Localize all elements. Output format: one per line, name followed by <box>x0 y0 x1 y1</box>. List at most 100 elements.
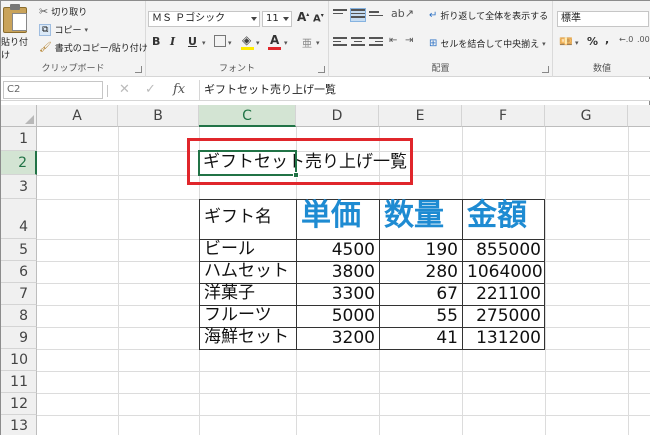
wrap-text-button[interactable]: ↵ 折り返して全体を表示する <box>429 9 548 22</box>
column-header-e[interactable]: E <box>379 105 462 127</box>
bold-button[interactable]: B <box>152 35 160 48</box>
table-row-amount[interactable]: 131200 <box>467 330 541 347</box>
table-row-name[interactable]: 洋菓子 <box>204 285 255 302</box>
column-header-h[interactable] <box>628 105 650 127</box>
copy-label: コピー <box>54 26 82 36</box>
underline-dropdown-icon[interactable]: ▾ <box>202 39 206 47</box>
cancel-icon[interactable]: ✕ <box>119 82 130 97</box>
table-row-name[interactable]: フルーツ <box>204 307 272 324</box>
row-header-4[interactable]: 4 <box>1 199 37 239</box>
phonetic-dropdown-icon[interactable]: ▾ <box>316 39 320 47</box>
increase-indent-icon[interactable]: ⇥ <box>405 35 413 46</box>
header-quantity-cell[interactable]: 数量 <box>384 201 444 231</box>
border-icon[interactable] <box>214 35 226 47</box>
table-row-amount[interactable]: 275000 <box>467 308 541 325</box>
format-painter-button[interactable]: 🖌 書式のコピー/貼り付け <box>39 41 148 54</box>
table-row-price[interactable]: 3200 <box>301 330 375 347</box>
column-header-a[interactable]: A <box>37 105 118 127</box>
alignment-launcher-icon[interactable] <box>542 66 549 73</box>
row-header-2[interactable]: 2 <box>1 151 37 175</box>
row-header-12[interactable]: 12 <box>1 393 37 415</box>
font-launcher-icon[interactable] <box>318 66 325 73</box>
align-left-icon[interactable] <box>333 37 347 49</box>
header-price-cell[interactable]: 単価 <box>301 201 361 231</box>
paste-button[interactable]: 貼り付け <box>1 1 35 61</box>
italic-button[interactable]: I <box>170 35 175 48</box>
grow-font-button[interactable]: A▴ <box>297 10 309 24</box>
shrink-font-button[interactable]: A▾ <box>313 12 324 24</box>
underline-button[interactable]: U <box>188 35 197 48</box>
table-row-quantity[interactable]: 41 <box>384 330 458 347</box>
copy-button[interactable]: ⧉ コピー ▾ <box>39 23 88 36</box>
align-top-icon[interactable] <box>333 9 347 21</box>
font-name-select[interactable]: ＭＳ Ｐゴシック <box>148 11 260 27</box>
cut-button[interactable]: ✂ 切り取り <box>39 5 87 18</box>
column-header-f[interactable]: F <box>462 105 545 127</box>
merge-center-button[interactable]: ⊞ セルを結合して中央揃え ▾ <box>429 37 546 50</box>
align-center-icon[interactable] <box>351 37 365 49</box>
row-header-1[interactable]: 1 <box>1 127 37 151</box>
comma-button[interactable]: , <box>605 33 609 46</box>
font-color-button[interactable]: A <box>270 33 279 47</box>
table-row-quantity[interactable]: 190 <box>384 242 458 259</box>
row-header-6[interactable]: 6 <box>1 261 37 283</box>
font-size-select[interactable]: 11 <box>262 11 292 27</box>
header-name-cell[interactable]: ギフト名 <box>204 209 272 226</box>
fill-color-icon[interactable]: ◈ <box>242 33 251 47</box>
row-header-10[interactable]: 10 <box>1 349 37 371</box>
currency-dropdown-icon[interactable]: ▾ <box>575 39 579 47</box>
table-row-price[interactable]: 3300 <box>301 286 375 303</box>
row-header-5[interactable]: 5 <box>1 239 37 261</box>
copy-dropdown-icon[interactable]: ▾ <box>84 26 88 34</box>
insert-function-button[interactable]: fx <box>173 82 185 97</box>
phonetic-icon[interactable]: 亜 <box>302 35 312 50</box>
table-row-name[interactable]: ハムセット <box>204 263 289 280</box>
column-header-g[interactable]: G <box>545 105 628 127</box>
merge-center-dropdown-icon[interactable]: ▾ <box>542 40 546 48</box>
percent-button[interactable]: % <box>587 35 598 48</box>
format-painter-label: 書式のコピー/貼り付け <box>54 44 148 54</box>
increase-decimal-icon[interactable]: ←.0 <box>619 35 633 44</box>
row-header-3[interactable]: 3 <box>1 175 37 199</box>
table-row-quantity[interactable]: 55 <box>384 308 458 325</box>
paste-label: 貼り付け <box>1 38 29 61</box>
column-header-d[interactable]: D <box>296 105 379 127</box>
row-header-11[interactable]: 11 <box>1 371 37 393</box>
align-right-icon[interactable] <box>369 37 383 49</box>
header-amount-cell[interactable]: 金額 <box>467 201 527 231</box>
scissors-icon: ✂ <box>39 5 49 18</box>
table-row-amount[interactable]: 221100 <box>467 286 541 303</box>
font-color-dropdown-icon[interactable]: ▾ <box>284 39 288 47</box>
column-header-c[interactable]: C <box>199 105 296 127</box>
align-middle-icon[interactable] <box>350 8 366 22</box>
font-size-value: 11 <box>266 13 279 24</box>
table-row-amount[interactable]: 855000 <box>467 242 541 259</box>
name-box[interactable]: C2 <box>3 81 103 99</box>
decrease-indent-icon[interactable]: ⇤ <box>389 35 397 46</box>
number-format-select[interactable]: 標準 <box>557 11 649 27</box>
enter-icon[interactable]: ✓ <box>145 82 156 97</box>
table-row-price[interactable]: 4500 <box>301 242 375 259</box>
table-row-name[interactable]: ビール <box>204 241 255 258</box>
table-row-name[interactable]: 海鮮セット <box>204 329 289 346</box>
select-all-button[interactable] <box>1 105 37 127</box>
row-header-8[interactable]: 8 <box>1 305 37 327</box>
currency-icon[interactable]: 💴 <box>559 35 573 48</box>
table-row-quantity[interactable]: 280 <box>384 264 458 281</box>
row-header-9[interactable]: 9 <box>1 327 37 349</box>
align-bottom-icon[interactable] <box>369 11 383 23</box>
row-header-13[interactable]: 13 <box>1 415 37 435</box>
row-header-7[interactable]: 7 <box>1 283 37 305</box>
merge-center-icon: ⊞ <box>429 38 438 49</box>
fill-color-dropdown-icon[interactable]: ▾ <box>256 39 260 47</box>
orientation-icon[interactable]: ab↗ <box>391 7 414 20</box>
column-header-b[interactable]: B <box>118 105 199 127</box>
table-row-price[interactable]: 3800 <box>301 264 375 281</box>
table-row-quantity[interactable]: 67 <box>384 286 458 303</box>
decrease-decimal-icon[interactable]: .00 <box>637 35 650 44</box>
border-dropdown-icon[interactable]: ▾ <box>228 39 232 47</box>
table-row-amount[interactable]: 1064000 <box>467 264 543 281</box>
clipboard-launcher-icon[interactable] <box>135 66 142 73</box>
formula-input[interactable]: ギフトセット売り上げ一覧 <box>199 80 649 100</box>
table-row-price[interactable]: 5000 <box>301 308 375 325</box>
